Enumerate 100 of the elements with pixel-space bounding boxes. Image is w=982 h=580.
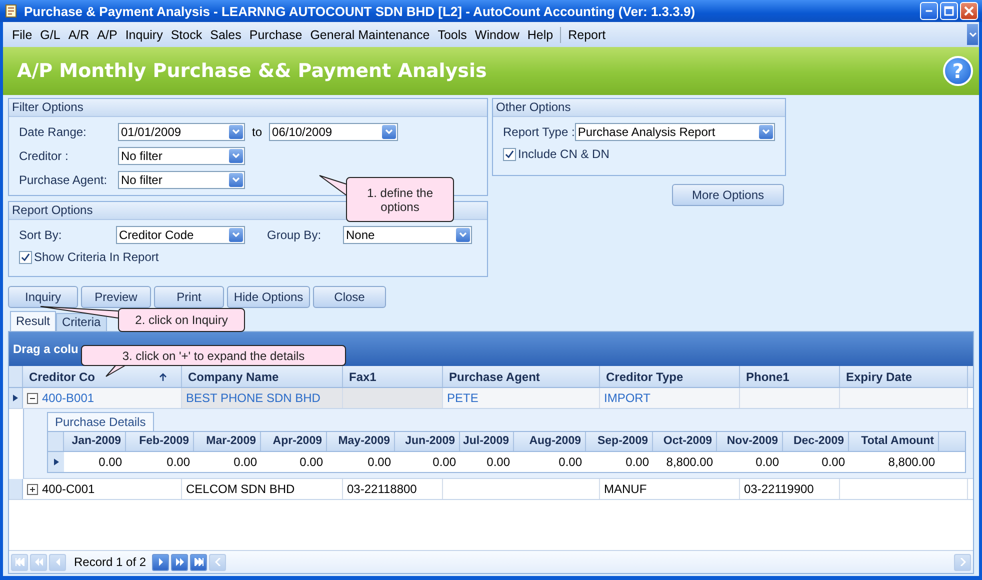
plus-icon[interactable] — [27, 484, 38, 494]
checkmark-icon — [505, 150, 514, 158]
column-header[interactable]: Aug-2009 — [514, 432, 586, 451]
tab[interactable]: Criteria — [56, 313, 107, 331]
column-header[interactable]: Jun-2009 — [395, 432, 460, 451]
arrow-up-icon — [159, 372, 167, 380]
record-counter: Record 1 of 2 — [73, 555, 148, 569]
tab[interactable]: Purchase Details — [47, 412, 154, 431]
column-header[interactable]: Sep-2009 — [586, 432, 653, 451]
dropdown-field[interactable]: 06/10/2009 — [269, 123, 398, 141]
action-button[interactable]: Print — [154, 286, 224, 308]
document-icon — [4, 4, 18, 18]
dropdown-button[interactable] — [456, 228, 470, 242]
dropdown-button[interactable] — [229, 125, 243, 139]
column-header-cell[interactable]: Creditor Type — [600, 366, 740, 387]
dropdown-field[interactable]: Purchase Analysis Report — [574, 123, 775, 141]
row-indicator-header — [9, 366, 23, 387]
next-record-button[interactable] — [152, 554, 170, 570]
field-label: Date Range: — [19, 125, 88, 139]
close-icon — [964, 6, 974, 16]
dropdown-field[interactable]: No filter — [118, 171, 245, 189]
column-header[interactable]: Jan-2009 — [64, 432, 126, 451]
menu-item[interactable]: G/L — [36, 28, 64, 42]
column-header[interactable]: Total Amount — [849, 432, 939, 451]
menu-item[interactable]: Purchase — [245, 28, 306, 42]
maximize-button[interactable] — [940, 2, 958, 20]
table-cell-text: 0.00 — [558, 454, 583, 471]
caret-right-icon — [13, 394, 18, 402]
checkbox[interactable] — [503, 148, 516, 160]
overflow-button[interactable] — [967, 24, 978, 45]
column-header[interactable]: Apr-2009 — [261, 432, 327, 451]
dropdown-button[interactable] — [229, 149, 243, 163]
table-cell: 400-B001 — [42, 391, 94, 405]
action-button[interactable]: Preview — [81, 286, 151, 308]
column-header-label: Company Name — [188, 370, 279, 384]
column-header[interactable]: Feb-2009 — [126, 432, 194, 451]
chevron-down-icon — [762, 129, 770, 135]
chevron-down-icon — [459, 232, 467, 238]
column-header-label: Phone1 — [746, 370, 790, 384]
chevron-left-icon — [214, 558, 221, 566]
action-button[interactable]: Inquiry — [8, 286, 78, 308]
table-row[interactable]: 400-C001 CELCOM SDN BHD 03-22118800 MANUF 03-22119900 — [9, 479, 973, 500]
column-header[interactable]: May-2009 — [327, 432, 395, 451]
menu-item[interactable]: Report — [564, 28, 610, 42]
menu-item[interactable]: Tools — [434, 28, 471, 42]
dropdown-field[interactable]: Creditor Code — [116, 226, 245, 244]
menu-item[interactable]: Stock — [166, 28, 206, 42]
rewind-icon — [34, 558, 44, 566]
menu-item[interactable]: General Maintenance — [306, 28, 434, 42]
close-button[interactable] — [960, 2, 978, 20]
table-row[interactable]: 0.00 0.00 0.00 0.00 0.00 0.00 0.00 0.00 0.00 8,800.00 0.00 0.00 8,800.00 — [48, 452, 965, 472]
column-header-cell[interactable]: Fax1 — [343, 366, 443, 387]
dropdown-button[interactable] — [382, 125, 396, 139]
menu-item[interactable]: Inquiry — [121, 28, 167, 42]
tab[interactable]: Result — [10, 311, 56, 331]
column-header-label: Purchase Agent — [449, 370, 540, 384]
table-cell-text: 8,800.00 — [887, 454, 936, 471]
column-header-cell[interactable]: Expiry Date — [840, 366, 968, 387]
field-label: Purchase Agent: — [19, 173, 108, 187]
dropdown-field[interactable]: 01/01/2009 — [118, 123, 245, 141]
caret-left-icon — [54, 558, 60, 566]
column-header-label: Fax1 — [349, 370, 376, 384]
action-button[interactable]: Hide Options — [227, 286, 310, 308]
more-options-button[interactable]: More Options — [672, 184, 784, 206]
chevron-down-icon — [232, 129, 240, 135]
minus-icon[interactable] — [27, 392, 38, 404]
menu-item[interactable]: A/P — [93, 28, 122, 42]
callout-note: 1. define the options — [346, 177, 454, 222]
action-button[interactable]: Close — [313, 286, 386, 308]
minimize-icon — [925, 10, 933, 12]
column-header[interactable]: Nov-2009 — [717, 432, 783, 451]
column-header[interactable]: Jul-2009 — [460, 432, 514, 451]
table-row[interactable]: 400-B001 BEST PHONE SDN BHD PETE IMPORT — [9, 388, 973, 409]
column-header-cell[interactable]: Phone1 — [740, 366, 840, 387]
table-cell-text: 8,800.00 — [665, 454, 714, 471]
checkbox[interactable] — [19, 250, 32, 264]
table-cell: CELCOM SDN BHD — [186, 482, 295, 496]
column-header[interactable]: Oct-2009 — [653, 432, 717, 451]
menu-item[interactable]: Window — [470, 28, 524, 42]
chevron-down-icon — [232, 232, 240, 238]
menu-item[interactable]: Help — [523, 28, 558, 42]
column-header[interactable]: Dec-2009 — [783, 432, 849, 451]
next-page-button[interactable] — [171, 554, 188, 570]
dropdown-field[interactable]: No filter — [118, 147, 245, 165]
column-header[interactable]: Mar-2009 — [194, 432, 261, 451]
table-cell-text: 0.00 — [298, 454, 324, 471]
last-record-button[interactable] — [190, 554, 208, 570]
menu-item[interactable]: Sales — [206, 28, 246, 42]
dropdown-button[interactable] — [229, 228, 243, 242]
dropdown-button[interactable] — [229, 173, 243, 187]
menu-item[interactable]: File — [8, 28, 36, 42]
caret-right-icon — [158, 558, 164, 566]
dropdown-button[interactable] — [759, 125, 773, 139]
chevron-down-icon — [232, 153, 240, 159]
column-header-cell[interactable]: Purchase Agent — [443, 366, 600, 387]
table-cell: IMPORT — [604, 391, 650, 405]
chevron-right-icon — [960, 558, 966, 566]
menu-item[interactable]: A/R — [64, 28, 94, 42]
minimize-button[interactable] — [920, 2, 938, 20]
dropdown-field[interactable]: None — [343, 226, 472, 244]
